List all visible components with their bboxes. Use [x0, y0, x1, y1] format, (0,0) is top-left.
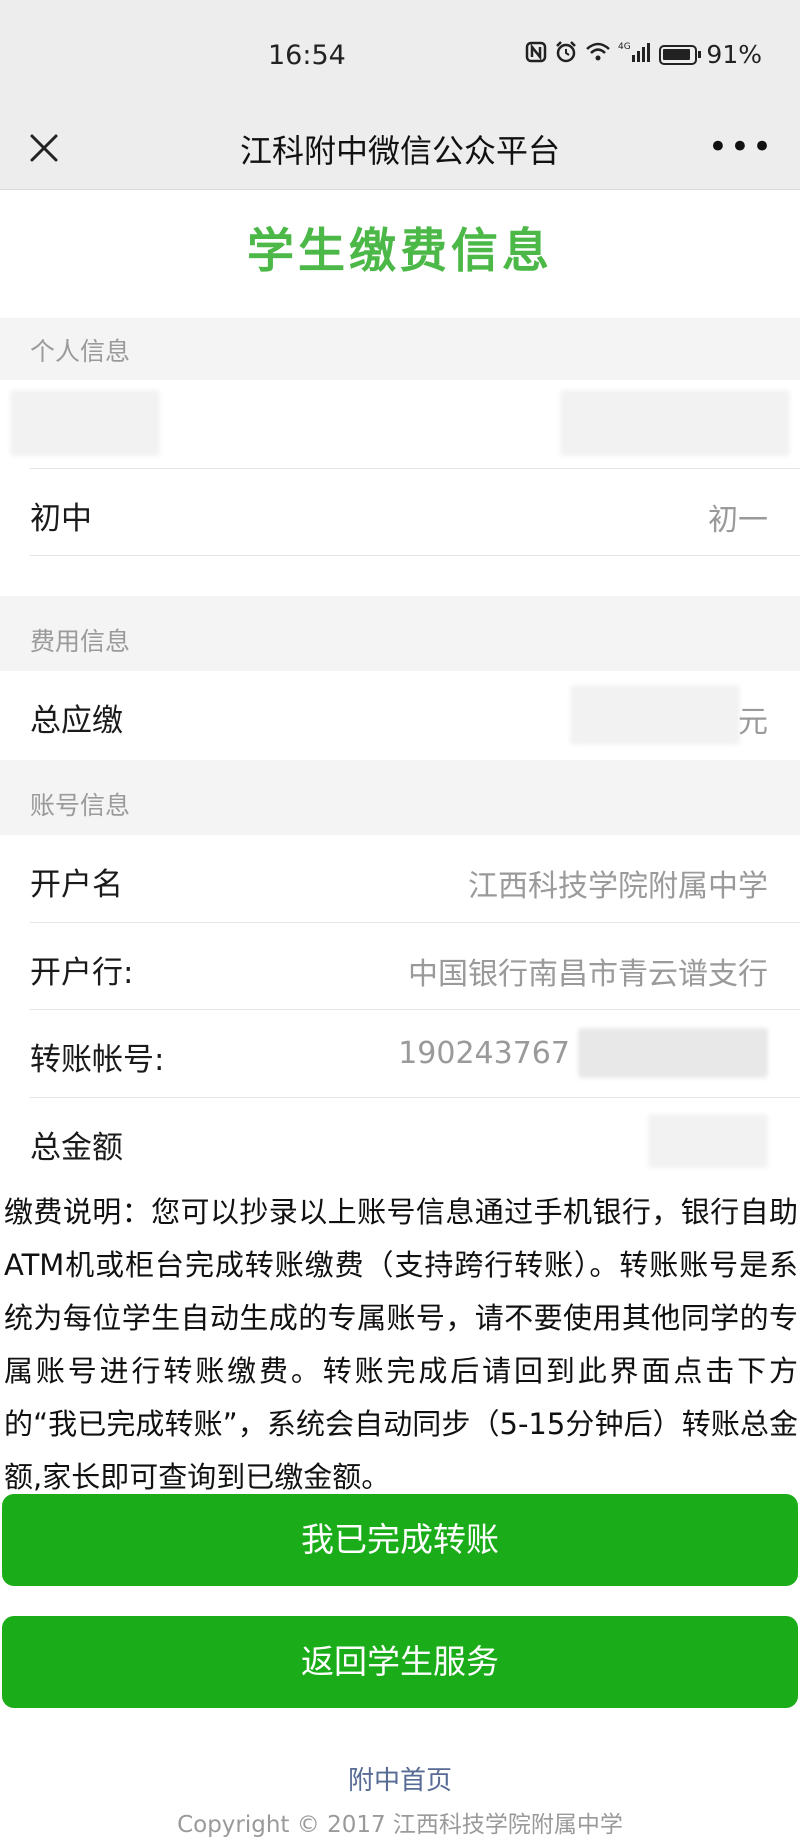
battery-level: 91% — [706, 40, 762, 69]
section-header-personal: 个人信息 — [0, 318, 800, 380]
grade-label: 初中 — [30, 501, 92, 537]
bank-value: 中国银行南昌市青云谱支行 — [408, 957, 768, 992]
wifi-icon — [585, 41, 611, 68]
account-name-row: 开户名 江西科技学院附属中学 — [0, 835, 800, 921]
nav-title: 江科附中微信公众平台 — [239, 132, 560, 170]
bank-row: 开户行: 中国银行南昌市青云谱支行 — [0, 923, 800, 1009]
back-to-services-button[interactable]: 返回学生服务 — [2, 1616, 798, 1708]
section-label-personal: 个人信息 — [30, 337, 131, 366]
account-name-label: 开户名 — [30, 867, 123, 903]
more-options-icon[interactable]: ••• — [708, 130, 774, 164]
total-due-label: 总应缴 — [30, 703, 123, 739]
redacted-total-amount — [648, 1114, 768, 1168]
section-label-account: 账号信息 — [30, 791, 131, 820]
redacted-amount — [570, 685, 740, 745]
copyright-text: Copyright © 2017 江西科技学院附属中学 — [177, 1812, 623, 1838]
empty-row — [0, 556, 800, 594]
payment-notice: 缴费说明：您可以抄录以上账号信息通过手机银行，银行自助ATM机或柜台完成转账缴费… — [4, 1195, 798, 1494]
bank-label: 开户行: — [30, 955, 134, 991]
status-time: 16:54 — [268, 40, 346, 71]
wechat-nav-bar: 江科附中微信公众平台 ••• — [0, 110, 800, 190]
battery-icon — [659, 44, 702, 65]
grade-value: 初一 — [708, 503, 768, 538]
account-number-row: 转账帐号: 190243767 — [0, 1010, 800, 1096]
page-title: 学生缴费信息 — [247, 224, 553, 279]
network-type: 4G — [618, 42, 631, 52]
section-header-account: 账号信息 — [0, 760, 800, 835]
student-name-row — [0, 380, 800, 468]
cellular-signal-icon: 4G — [618, 40, 652, 69]
status-icons: 4G 91% — [525, 40, 762, 69]
grade-row: 初中 初一 — [0, 469, 800, 555]
account-name-value: 江西科技学院附属中学 — [468, 869, 768, 904]
redacted-name-value — [560, 390, 790, 456]
transfer-done-button[interactable]: 我已完成转账 — [2, 1494, 798, 1586]
school-home-link[interactable]: 附中首页 — [0, 1760, 800, 1797]
redacted-account-suffix — [578, 1028, 768, 1078]
alarm-icon — [554, 40, 578, 69]
section-header-fee: 费用信息 — [0, 596, 800, 671]
account-number-value: 190243767 — [398, 1036, 570, 1071]
total-due-row: 总应缴 元 — [0, 671, 800, 759]
redacted-name-label — [10, 390, 160, 456]
nfc-icon — [525, 41, 547, 68]
account-number-label: 转账帐号: — [30, 1042, 165, 1078]
total-amount-label: 总金额 — [30, 1130, 123, 1166]
section-label-fee: 费用信息 — [30, 627, 131, 656]
total-due-value: 元 — [738, 705, 768, 740]
status-bar: 16:54 4G 91% — [0, 0, 800, 110]
total-amount-row: 总金额 — [0, 1098, 800, 1184]
